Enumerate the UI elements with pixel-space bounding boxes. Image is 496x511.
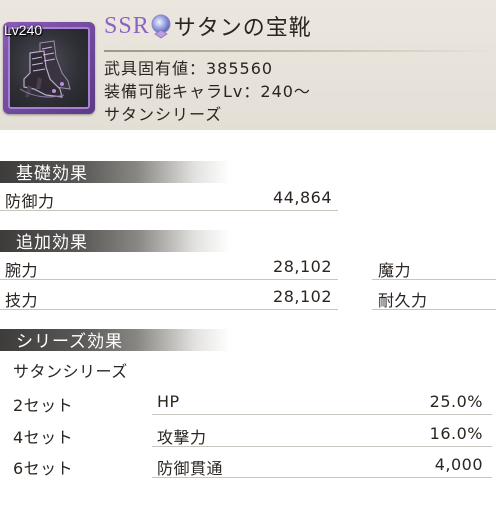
additional-effect-title: 追加効果 — [16, 233, 88, 253]
set-count: 4セット — [13, 428, 74, 447]
set-stat: 攻撃力 — [157, 428, 207, 447]
additional-stat-label: 技力 — [5, 291, 39, 310]
basic-effect-header: 基礎効果 — [0, 161, 230, 184]
set-value: 4,000 — [434, 455, 483, 474]
row-divider — [0, 210, 338, 211]
basic-stat-value: 44,864 — [273, 188, 332, 207]
set-count: 6セット — [13, 459, 74, 478]
item-name: サタンの宝靴 — [173, 16, 312, 41]
boots-icon — [19, 40, 71, 98]
equip-level-requirement: 装備可能キャラLv：240〜 — [104, 82, 311, 101]
basic-effect-title: 基礎効果 — [16, 164, 88, 184]
set-stat: 防御貫通 — [157, 459, 224, 478]
item-title: SSR サタンの宝靴 — [104, 4, 496, 48]
row-divider — [0, 309, 338, 310]
rarity-label: SSR — [104, 12, 150, 39]
set-stat: HP — [157, 392, 180, 411]
series-effect-title: シリーズ効果 — [16, 332, 124, 352]
additional-stat-value: 28,102 — [273, 257, 332, 276]
item-series: サタンシリーズ — [104, 105, 223, 124]
set-count: 2セット — [13, 396, 74, 415]
row-divider — [152, 414, 492, 415]
item-level-badge: Lv240 — [4, 22, 43, 38]
row-divider — [0, 279, 338, 280]
basic-stat-label: 防御力 — [5, 192, 55, 211]
title-divider — [104, 50, 496, 52]
series-name: サタンシリーズ — [13, 362, 128, 381]
row-divider — [372, 309, 496, 310]
additional-stat-label: 腕力 — [5, 261, 39, 280]
additional-stat-value: 28,102 — [273, 287, 332, 306]
rarity-gem-icon — [151, 14, 171, 39]
series-effect-header: シリーズ効果 — [0, 329, 230, 352]
row-divider — [372, 279, 496, 280]
row-divider — [152, 477, 492, 478]
set-value: 16.0% — [429, 424, 483, 443]
set-value: 25.0% — [429, 392, 483, 411]
item-header: Lv240 SSR サタンの宝靴 武具固有値：385560 装備可能キャラLv：… — [0, 0, 496, 130]
row-divider — [152, 446, 492, 447]
weapon-value: 武具固有値：385560 — [104, 59, 274, 78]
additional-stat-label-2: 耐久力 — [378, 291, 428, 310]
additional-effect-header: 追加効果 — [0, 230, 230, 253]
item-icon-background — [8, 27, 90, 109]
additional-stat-label-2: 魔力 — [378, 261, 412, 280]
